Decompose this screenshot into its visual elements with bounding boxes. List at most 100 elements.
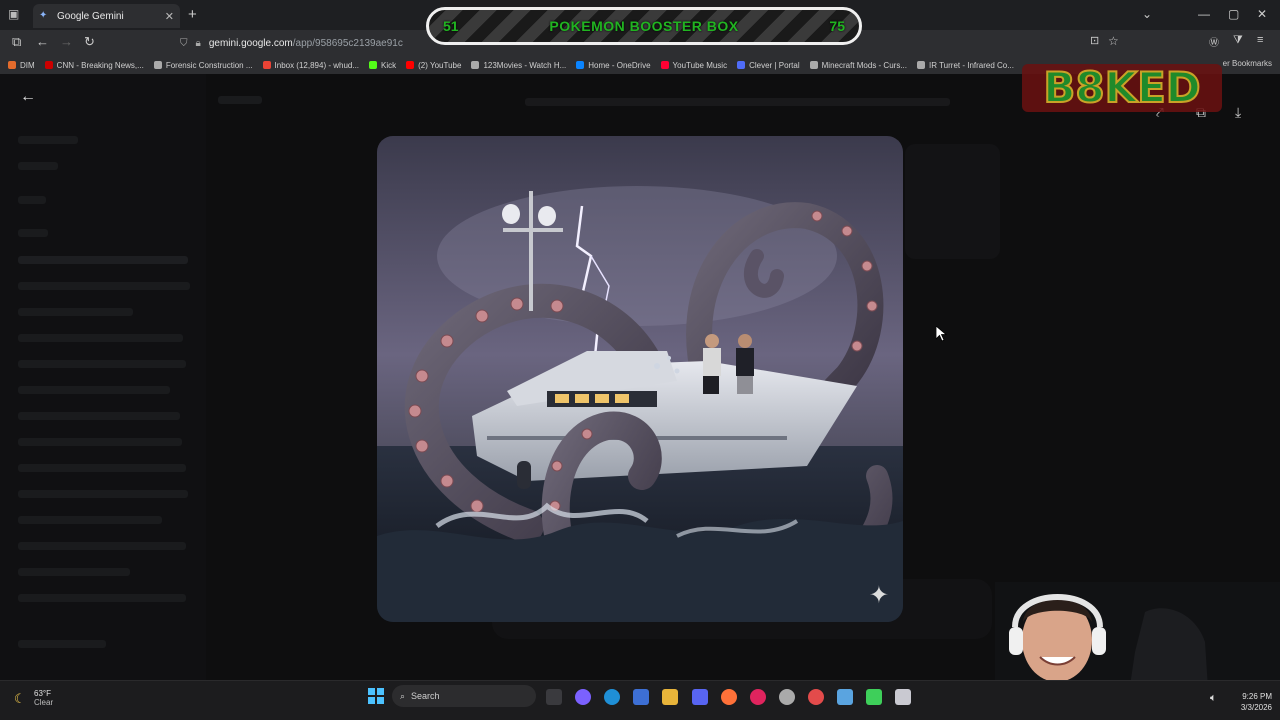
goal-title: POKEMON BOOSTER BOX	[549, 18, 739, 34]
bookmark-item[interactable]: Clever | Portal	[737, 61, 800, 70]
extensions-icon[interactable]: ⧩	[1233, 34, 1243, 47]
sidebar-item[interactable]	[18, 196, 46, 204]
sidebar-item[interactable]	[18, 229, 48, 237]
bookmark-label: YouTube Music	[672, 60, 728, 70]
bookmark-item[interactable]: Inbox (12,894) - whud...	[262, 60, 360, 70]
settings-gear-icon[interactable]	[779, 689, 795, 705]
lock-icon: 🔒︎	[195, 37, 201, 49]
sidebar-toggle-icon[interactable]: ⧉	[12, 34, 21, 50]
bookmark-item[interactable]: Kick	[369, 61, 396, 70]
chat-history-item[interactable]	[18, 386, 170, 394]
screen: ▣ ✦ Google Gemini ✕ + ⌄ — ▢ ✕ ⧉ ← → ↻ ⛉ …	[0, 0, 1280, 720]
chat-history-item[interactable]	[18, 490, 188, 498]
settings-item[interactable]	[18, 640, 106, 648]
bookmark-item[interactable]: Forensic Construction ...	[153, 61, 253, 70]
chat-history-item[interactable]	[18, 282, 190, 290]
reload-icon[interactable]: ↻	[84, 34, 95, 50]
chat-history-item[interactable]	[18, 308, 133, 316]
sidebar-item[interactable]	[18, 162, 58, 170]
search-icon: ⌕	[400, 690, 406, 701]
bookmark-item[interactable]: CNN - Breaking News,...	[44, 60, 144, 70]
forward-icon[interactable]: →	[60, 34, 73, 49]
goal-left-count: 51	[443, 18, 459, 34]
game-app-icon[interactable]	[808, 689, 824, 705]
chat-history-item[interactable]	[18, 334, 183, 342]
bookmark-item[interactable]: (2) YouTube	[406, 61, 461, 70]
back-icon[interactable]: ←	[36, 34, 49, 49]
tab-actions-icon[interactable]: ▣	[8, 7, 22, 21]
bookmark-label: 123Movies - Watch H...	[483, 60, 567, 70]
bookmark-favicon-icon	[44, 61, 53, 69]
bookmark-item[interactable]: Minecraft Mods - Curs...	[809, 61, 907, 70]
task-view-icon[interactable]	[546, 689, 562, 705]
close-window-icon[interactable]: ✕	[1257, 7, 1267, 21]
bookmark-item[interactable]: 123Movies - Watch H...	[471, 61, 566, 70]
chat-history-item[interactable]	[18, 256, 188, 264]
bookmark-label: Inbox (12,894) - whud...	[274, 60, 360, 70]
install-app-icon[interactable]: ⊡	[1090, 34, 1099, 47]
maximize-icon[interactable]: ▢	[1228, 7, 1239, 21]
start-windows-icon[interactable]	[368, 688, 384, 704]
tab-gemini[interactable]: ✦ Google Gemini ✕	[33, 4, 180, 28]
generated-image[interactable]: ✦	[377, 136, 903, 622]
bookmark-star-icon[interactable]: ☆	[1108, 34, 1119, 48]
mouse-cursor-icon	[936, 326, 948, 342]
kraken-yacht-illustration	[377, 136, 903, 622]
gemini-wordmark	[218, 96, 262, 104]
snipping-tool-icon[interactable]	[895, 689, 911, 705]
minimize-icon[interactable]: —	[1198, 7, 1210, 21]
edge-icon[interactable]	[604, 689, 620, 705]
gemini-sparkle-icon: ✦	[868, 582, 889, 609]
chat-history-item[interactable]	[18, 412, 180, 420]
weather-widget[interactable]: ☾ 63°F Clear	[14, 689, 53, 707]
logo-text: B8KED	[1043, 63, 1200, 112]
bookmark-favicon-icon	[369, 61, 378, 69]
bookmark-item[interactable]: IR Turret - Infrared Co...	[917, 61, 1014, 70]
sidebar-item[interactable]	[18, 136, 78, 144]
url-host: gemini.google.com	[208, 37, 293, 49]
file-explorer-icon[interactable]	[662, 689, 678, 705]
new-tab-icon[interactable]: +	[188, 6, 197, 23]
gemini-favicon-icon: ✦	[39, 10, 48, 21]
chat-history-item[interactable]	[18, 464, 186, 472]
tab-close-icon[interactable]: ✕	[165, 10, 174, 23]
related-image-card[interactable]	[905, 144, 1000, 259]
chat-history-item[interactable]	[18, 594, 186, 602]
search-label: Search	[411, 691, 440, 701]
menu-icon[interactable]: ≡	[1257, 34, 1263, 46]
chat-history-item[interactable]	[18, 438, 182, 446]
bookmark-favicon-icon	[917, 61, 925, 69]
taskbar-search[interactable]: ⌕ Search	[392, 685, 536, 707]
chat-history-item[interactable]	[18, 516, 162, 524]
chat-history-item[interactable]	[18, 568, 130, 576]
bookmark-item[interactable]: YouTube Music	[660, 60, 728, 70]
bookmark-item[interactable]: Home - OneDrive	[576, 61, 651, 70]
bookmark-label: CNN - Breaking News,...	[56, 60, 144, 70]
bookmark-favicon-icon	[660, 61, 669, 69]
weather-temp: 63°F	[34, 689, 51, 698]
bookmark-label: IR Turret - Infrared Co...	[929, 60, 1014, 70]
system-clock[interactable]: 9:26 PM 3/3/2026	[1228, 691, 1272, 713]
copilot-icon[interactable]	[575, 689, 591, 705]
bookmark-item[interactable]: DIM	[8, 61, 35, 70]
bookmark-favicon-icon	[576, 61, 585, 69]
photos-icon[interactable]	[837, 689, 853, 705]
profile-icon[interactable]: Ⓦ	[1209, 34, 1219, 49]
prompt-text-dimmed	[525, 98, 950, 106]
discord-icon[interactable]	[692, 689, 708, 705]
clock-date: 3/3/2026	[1240, 703, 1272, 712]
other-bookmarks[interactable]: er Bookmarks	[1223, 59, 1272, 68]
weather-condition: Clear	[34, 698, 54, 707]
store-icon[interactable]	[633, 689, 649, 705]
play-app-icon[interactable]	[866, 689, 882, 705]
chat-history-item[interactable]	[18, 542, 186, 550]
bookmark-favicon-icon	[471, 61, 480, 69]
firefox-icon[interactable]	[721, 689, 737, 705]
speaker-icon[interactable]: 🔈︎	[1210, 692, 1222, 704]
chat-history-item[interactable]	[18, 360, 186, 368]
download-icon[interactable]: ⤓	[1235, 104, 1241, 121]
media-player-icon[interactable]	[750, 689, 766, 705]
bookmark-favicon-icon	[809, 61, 818, 69]
back-arrow-icon[interactable]: ←	[20, 88, 36, 106]
tab-search-chevron-icon[interactable]: ⌄	[1142, 7, 1152, 21]
